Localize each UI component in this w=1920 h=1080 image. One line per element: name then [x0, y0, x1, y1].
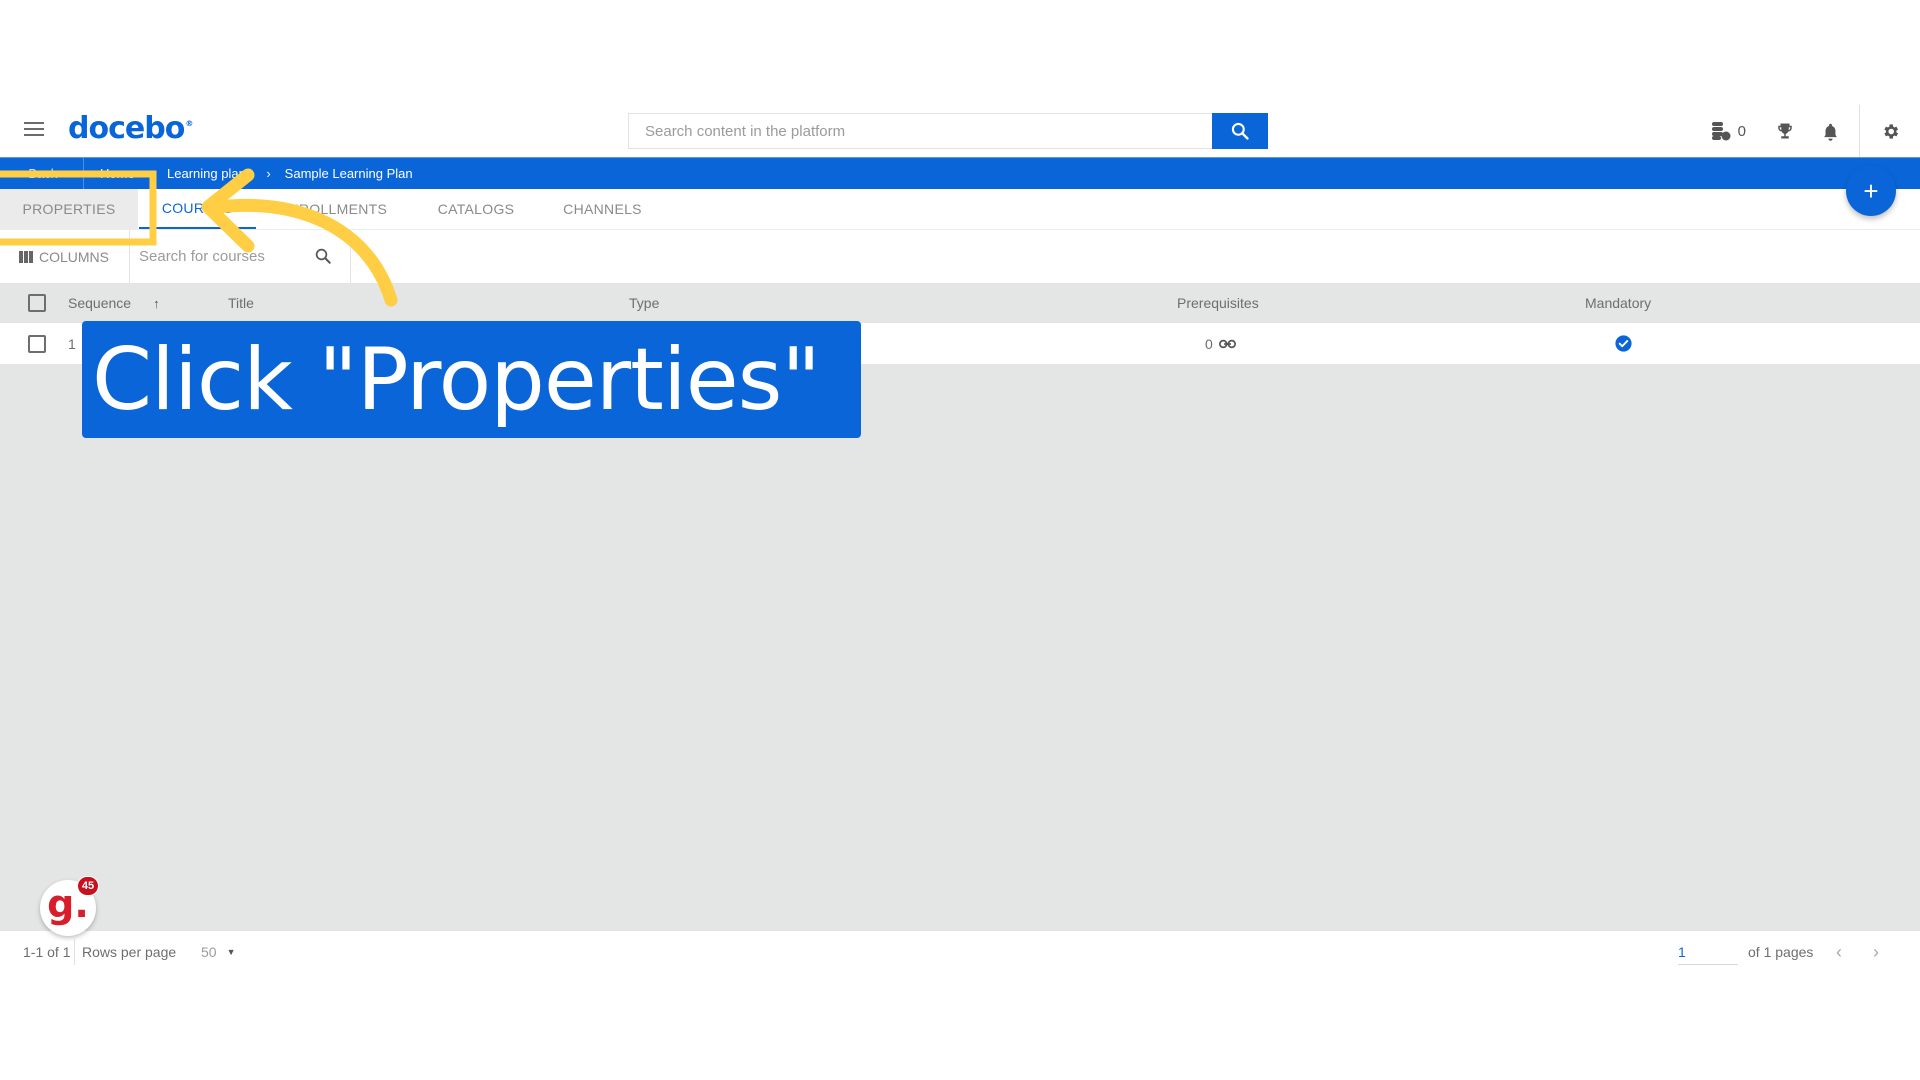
achievements-button[interactable] [1776, 122, 1794, 140]
select-all-checkbox[interactable] [28, 294, 46, 312]
course-search-input[interactable] [139, 242, 309, 270]
back-button[interactable]: ‹ Back [18, 158, 84, 189]
search-button[interactable] [1212, 113, 1268, 149]
rows-per-page-select[interactable]: 50 ▼ [201, 931, 236, 973]
caret-down-icon: ▼ [226, 947, 236, 957]
breadcrumb-trail: Home › Learning plans › Sample Learning … [100, 158, 413, 189]
columns-label: COLUMNS [39, 248, 110, 265]
plus-icon: + [1863, 175, 1879, 206]
chevron-left-icon: ‹ [18, 166, 23, 181]
breadcrumb-learning-plans[interactable]: Learning plans [167, 166, 252, 181]
table-toolbar: COLUMNS [0, 230, 1920, 283]
breadcrumb-current: Sample Learning Plan [284, 166, 413, 181]
guide-widget-button[interactable]: g. 45 [40, 876, 99, 936]
prerequisites-cell[interactable]: 0 [1205, 323, 1236, 364]
gear-icon [1883, 123, 1898, 139]
search-icon[interactable] [314, 247, 332, 265]
tab-catalogs[interactable]: CATALOGS [430, 189, 522, 229]
chevron-right-icon: › [148, 166, 154, 181]
chevron-right-icon[interactable]: › [1873, 931, 1879, 973]
chevron-right-icon: › [266, 166, 271, 181]
of-pages-label: of 1 pages [1748, 944, 1814, 960]
footer-divider [74, 939, 75, 965]
tab-bar: PROPERTIES COURSES ENROLLMENTS CATALOGS … [0, 189, 1920, 230]
settings-button[interactable] [1860, 105, 1920, 157]
platform-search-input[interactable] [629, 114, 1213, 148]
header-actions: 0 [1684, 105, 1920, 157]
top-header: docebo® 0 [0, 105, 1920, 157]
tab-channels[interactable]: CHANNELS [555, 189, 650, 229]
chevron-left-icon[interactable]: ‹ [1836, 931, 1842, 973]
row-checkbox[interactable] [28, 334, 46, 353]
table-header: Sequence ↑ Title Type Prerequisites Mand… [0, 283, 1920, 323]
column-label: Sequence [68, 295, 132, 311]
logo-mark: ® [185, 119, 193, 128]
breadcrumb: ‹ Back Home › Learning plans › Sample Le… [0, 157, 1920, 189]
results-range: 1-1 of 1 [23, 944, 71, 960]
column-header-prerequisites[interactable]: Prerequisites [1177, 283, 1259, 323]
trophy-icon [1778, 123, 1792, 139]
column-header-mandatory[interactable]: Mandatory [1585, 283, 1651, 323]
prerequisites-count: 0 [1205, 335, 1213, 352]
tab-courses[interactable]: COURSES [139, 189, 256, 229]
tutorial-callout: Click "Properties" [82, 321, 861, 438]
columns-icon [19, 250, 33, 263]
docebo-logo[interactable]: docebo® [68, 111, 193, 146]
menu-icon[interactable] [24, 122, 44, 138]
rows-per-page-value: 50 [201, 944, 217, 960]
select-all-cell [28, 283, 46, 323]
mandatory-cell [1615, 323, 1632, 364]
page-number-input[interactable] [1678, 939, 1738, 965]
coins-icon [1711, 122, 1731, 141]
course-search [131, 230, 351, 283]
column-header-type[interactable]: Type [629, 283, 659, 323]
search-icon [1231, 122, 1249, 140]
back-label: Back [28, 166, 58, 181]
notification-count-badge: 45 [77, 876, 99, 896]
sequence-cell: 1 [68, 335, 76, 352]
column-header-sequence[interactable]: Sequence ↑ [68, 283, 160, 323]
arrow-up-icon: ↑ [153, 295, 160, 311]
check-circle-icon [1615, 335, 1632, 352]
platform-search [628, 113, 1268, 149]
credits-button[interactable]: 0 [1710, 121, 1746, 141]
tab-enrollments[interactable]: ENROLLMENTS [268, 189, 398, 229]
breadcrumb-home[interactable]: Home [100, 166, 135, 181]
bottom-blank-area [0, 973, 1920, 1080]
pagination-bar: 1-1 of 1 Rows per page 50 ▼ of 1 pages ‹… [0, 931, 1920, 973]
top-blank-area [0, 0, 1920, 105]
notifications-button[interactable] [1822, 122, 1839, 141]
link-icon [1218, 339, 1236, 348]
columns-button[interactable]: COLUMNS [0, 230, 130, 283]
credits-count: 0 [1737, 122, 1746, 140]
row-select-cell [28, 323, 46, 364]
bell-icon [1824, 123, 1837, 141]
column-header-title[interactable]: Title [228, 283, 254, 323]
tab-properties[interactable]: PROPERTIES [0, 189, 138, 229]
rows-per-page-label: Rows per page [82, 944, 177, 960]
add-button[interactable]: + [1846, 166, 1896, 216]
logo-text: docebo [68, 111, 185, 146]
